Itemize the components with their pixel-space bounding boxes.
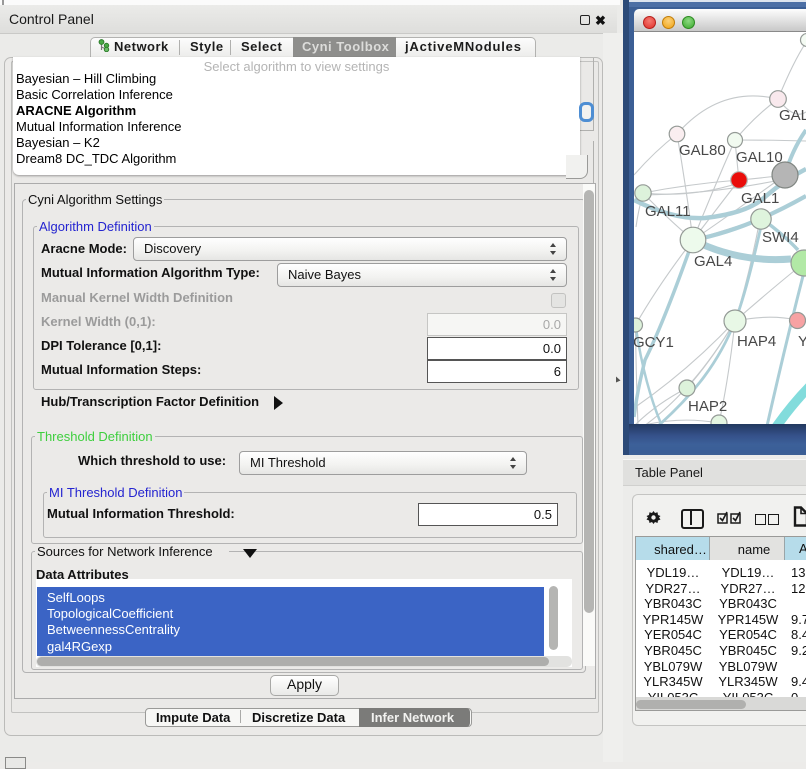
svg-text:HAP4: HAP4 xyxy=(737,333,776,350)
svg-text:GAL10: GAL10 xyxy=(736,149,783,166)
svg-text:GAL7: GAL7 xyxy=(779,107,806,124)
svg-text:SWI4: SWI4 xyxy=(762,229,799,246)
svg-text:GCY1: GCY1 xyxy=(634,334,674,351)
svg-text:YD: YD xyxy=(798,333,806,350)
svg-text:GAL4: GAL4 xyxy=(694,253,732,270)
svg-text:HAP2: HAP2 xyxy=(688,398,727,415)
svg-text:GAL11: GAL11 xyxy=(645,203,691,220)
svg-text:GAL80: GAL80 xyxy=(679,142,726,159)
svg-text:GAL1: GAL1 xyxy=(741,190,779,207)
